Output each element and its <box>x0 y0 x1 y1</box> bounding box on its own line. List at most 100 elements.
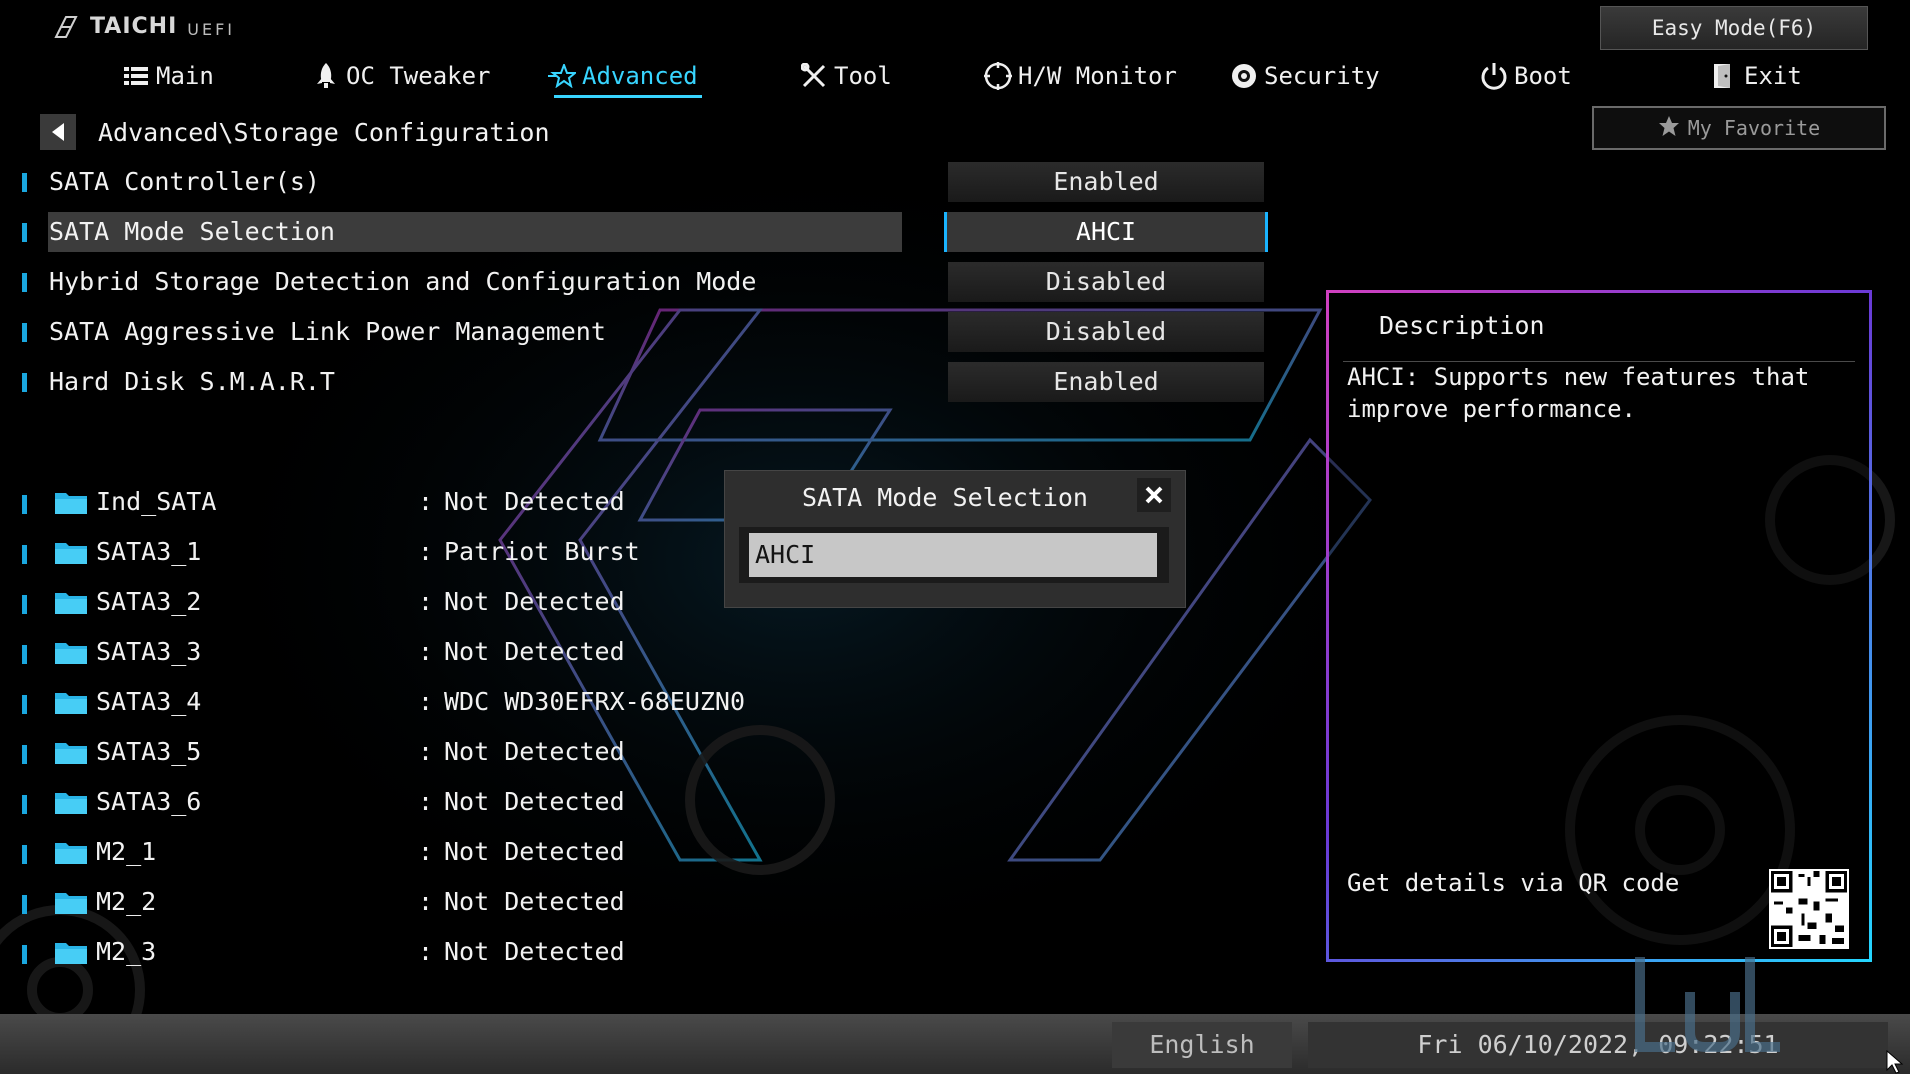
setting-label: Hybrid Storage Detection and Configurati… <box>49 267 757 296</box>
tab-oc-tweaker[interactable]: OC Tweaker <box>312 54 491 98</box>
tab-advanced-label: Advanced <box>582 62 698 90</box>
close-button[interactable] <box>1137 478 1171 512</box>
close-icon <box>1145 486 1163 504</box>
setting-value[interactable]: Enabled <box>948 362 1264 402</box>
row-marker <box>22 595 27 614</box>
back-arrow-icon <box>52 123 64 141</box>
separator: : <box>418 687 434 716</box>
device-status: Not Detected <box>444 487 625 516</box>
language-button[interactable]: English <box>1112 1022 1292 1068</box>
separator: : <box>418 587 434 616</box>
device-row[interactable]: SATA3_3: Not Detected <box>20 632 760 672</box>
my-favorite-label: My Favorite <box>1687 116 1821 140</box>
device-row[interactable]: SATA3_5: Not Detected <box>20 732 760 772</box>
setting-row-selected[interactable]: SATA Mode Selection AHCI <box>20 212 1270 252</box>
tab-advanced[interactable]: Advanced <box>548 54 702 98</box>
row-marker <box>22 745 27 764</box>
brand-sub: UEFI <box>187 20 236 39</box>
qr-code-icon <box>1769 869 1849 949</box>
folder-icon <box>55 893 87 914</box>
separator: : <box>418 787 434 816</box>
sata-mode-popup: SATA Mode Selection AHCI <box>724 470 1186 608</box>
device-status: Not Detected <box>444 787 625 816</box>
row-marker <box>22 495 27 514</box>
setting-value[interactable]: Disabled <box>948 262 1264 302</box>
device-port: SATA3_4 <box>96 687 202 716</box>
tab-tool[interactable]: Tool <box>800 54 892 98</box>
device-port: SATA3_1 <box>96 537 202 566</box>
device-row[interactable]: M2_1: Not Detected <box>20 832 760 872</box>
device-port: M2_1 <box>96 837 157 866</box>
row-marker <box>22 945 27 964</box>
device-port: SATA3_3 <box>96 637 202 666</box>
tab-boot[interactable]: Boot <box>1480 54 1572 98</box>
row-marker <box>22 223 27 242</box>
setting-label: Hard Disk S.M.A.R.T <box>49 367 335 396</box>
separator: : <box>418 487 434 516</box>
my-favorite-button[interactable]: My Favorite <box>1592 106 1886 150</box>
setting-row[interactable]: SATA Aggressive Link Power Management Di… <box>20 312 1270 352</box>
description-panel: Description AHCI: Supports new features … <box>1326 290 1872 962</box>
description-title: Description <box>1379 311 1545 340</box>
folder-icon <box>55 843 87 864</box>
popup-option-list: AHCI <box>739 527 1169 583</box>
device-row[interactable]: SATA3_1: Patriot Burst <box>20 532 760 572</box>
device-status: Not Detected <box>444 887 625 916</box>
setting-row[interactable]: SATA Controller(s) Enabled <box>20 162 1270 202</box>
folder-icon <box>55 693 87 714</box>
exit-door-icon <box>1710 62 1738 90</box>
setting-label: SATA Controller(s) <box>49 167 320 196</box>
brand-name: TAICHI <box>90 14 178 39</box>
setting-value[interactable]: Enabled <box>948 162 1264 202</box>
tab-hw-monitor[interactable]: H/W Monitor <box>984 54 1177 98</box>
folder-icon <box>55 593 87 614</box>
row-marker <box>22 795 27 814</box>
power-icon <box>1480 62 1508 90</box>
separator: : <box>418 637 434 666</box>
row-marker <box>22 645 27 664</box>
description-text: AHCI: Supports new features that improve… <box>1347 363 1810 423</box>
device-row[interactable]: M2_2: Not Detected <box>20 882 760 922</box>
device-port: M2_3 <box>96 937 157 966</box>
tab-main[interactable]: Main <box>122 54 214 98</box>
tab-security[interactable]: Security <box>1230 54 1380 98</box>
device-port: M2_2 <box>96 887 157 916</box>
row-marker <box>22 545 27 564</box>
setting-value[interactable]: AHCI <box>944 212 1268 252</box>
device-port: SATA3_2 <box>96 587 202 616</box>
setting-label: SATA Aggressive Link Power Management <box>49 317 606 346</box>
device-row[interactable]: Ind_SATA: Not Detected <box>20 482 760 522</box>
setting-row[interactable]: Hard Disk S.M.A.R.T Enabled <box>20 362 1270 402</box>
setting-row[interactable]: Hybrid Storage Detection and Configurati… <box>20 262 1270 302</box>
device-row[interactable]: M2_3: Not Detected <box>20 932 760 972</box>
setting-value[interactable]: Disabled <box>948 312 1264 352</box>
device-row[interactable]: SATA3_4: WDC WD30EFRX-68EUZN0 <box>20 682 760 722</box>
taichi-logo-icon <box>54 16 78 38</box>
tab-boot-label: Boot <box>1514 62 1572 90</box>
device-row[interactable]: SATA3_6: Not Detected <box>20 782 760 822</box>
separator: : <box>418 937 434 966</box>
folder-icon <box>55 943 87 964</box>
separator: : <box>418 537 434 566</box>
brand-logo: TAICHI UEFI <box>52 14 235 39</box>
device-status: Patriot Burst <box>444 537 640 566</box>
breadcrumb: Advanced\Storage Configuration <box>40 114 550 150</box>
device-status: WDC WD30EFRX-68EUZN0 <box>444 687 746 716</box>
popup-option-ahci[interactable]: AHCI <box>749 533 1157 577</box>
folder-icon <box>55 493 87 514</box>
easy-mode-button[interactable]: Easy Mode(F6) <box>1600 6 1868 50</box>
device-status: Not Detected <box>444 737 625 766</box>
back-button[interactable] <box>40 114 76 150</box>
tab-security-label: Security <box>1264 62 1380 90</box>
tab-exit[interactable]: Exit <box>1710 54 1802 98</box>
row-marker <box>22 323 27 342</box>
device-status: Not Detected <box>444 937 625 966</box>
folder-icon <box>55 643 87 664</box>
row-marker <box>22 373 27 392</box>
watermark-logo <box>1635 957 1780 1052</box>
separator: : <box>418 887 434 916</box>
rocket-icon <box>312 62 340 90</box>
device-row[interactable]: SATA3_2: Not Detected <box>20 582 760 622</box>
popup-title: SATA Mode Selection <box>802 483 1088 512</box>
row-marker <box>22 273 27 292</box>
